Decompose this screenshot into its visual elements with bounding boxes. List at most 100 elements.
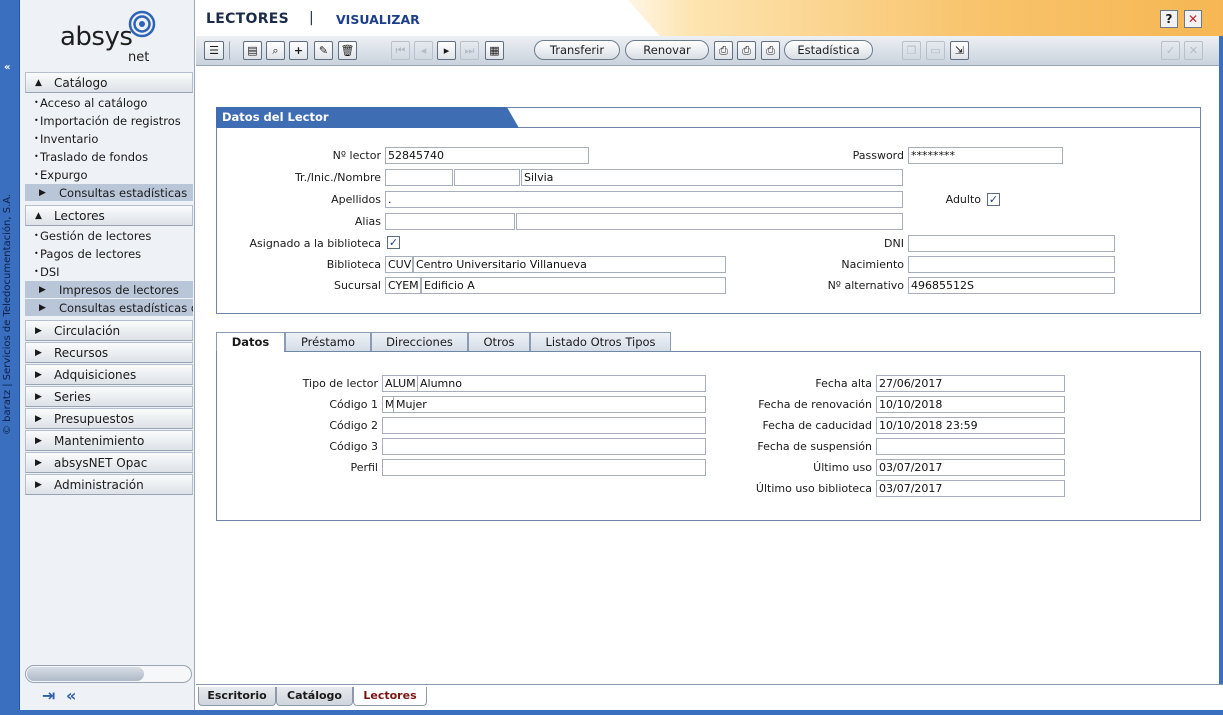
menu-item-traslado-fondos[interactable]: Traslado de fondos (25, 148, 193, 166)
tipo-lector-code-field[interactable]: ALUM (382, 375, 418, 392)
collapsed-triangle-icon: ▶ (35, 414, 42, 424)
nombre-field[interactable]: Silvia (521, 169, 903, 186)
adulto-checkbox[interactable]: ✓ (987, 193, 1000, 206)
password-field[interactable]: ******** (908, 147, 1063, 164)
last-record-icon[interactable]: ⏭ (460, 41, 479, 60)
menu-item-dsi[interactable]: DSI (25, 263, 193, 281)
print-preview-icon[interactable]: ▤ (243, 41, 262, 60)
tab-otros[interactable]: Otros (468, 332, 530, 352)
print-icon[interactable]: ⎙ (714, 41, 733, 60)
asignado-biblioteca-checkbox[interactable]: ✓ (387, 236, 400, 249)
menu-section-label: Catálogo (54, 76, 108, 90)
codigo3-field[interactable] (382, 438, 706, 455)
menu-section-label: Series (54, 390, 91, 404)
menu-section-lectores[interactable]: ▲ Lectores (25, 205, 193, 226)
tab-listado-otros-tipos[interactable]: Listado Otros Tipos (530, 332, 671, 352)
menu-section-circulacion[interactable]: ▶ Circulación (25, 320, 193, 341)
menu-sub-consultas-estadisticas[interactable]: ▶ Consultas estadísticas (25, 184, 193, 202)
print-list-icon[interactable]: ⎙ (737, 41, 756, 60)
folder-icon[interactable]: ▭ (926, 41, 945, 60)
menu-item-importacion-registros[interactable]: Importación de registros (25, 112, 193, 130)
home-icon[interactable]: ⇥ (42, 686, 55, 705)
tratamiento-field[interactable] (385, 169, 453, 186)
sidebar-scrollbar[interactable] (25, 665, 192, 683)
fecha-suspension-field[interactable] (876, 438, 1065, 455)
expanded-triangle-icon: ▲ (35, 211, 42, 221)
cancel-icon[interactable]: ✕ (1184, 41, 1203, 60)
page-header: LECTORES | VISUALIZAR ? ✕ (196, 0, 1223, 36)
collapse-panel-icon[interactable]: « (4, 62, 10, 73)
apellidos-field[interactable]: . (385, 191, 903, 208)
alias-extra-field[interactable] (516, 213, 903, 230)
ultimo-uso-field[interactable]: 03/07/2017 (876, 459, 1065, 476)
menu-section-mantenimiento[interactable]: ▶ Mantenimiento (25, 430, 193, 451)
tab-datos[interactable]: Datos (216, 332, 285, 353)
fecha-caducidad-field[interactable]: 10/10/2018 23:59 (876, 417, 1065, 434)
menu-item-expurgo[interactable]: Expurgo (25, 166, 193, 184)
close-button[interactable]: ✕ (1184, 10, 1202, 28)
previous-record-icon[interactable]: ◂ (414, 41, 433, 60)
tab-direcciones[interactable]: Direcciones (371, 332, 468, 352)
menu-item-inventario[interactable]: Inventario (25, 130, 193, 148)
edit-icon[interactable]: ✎ (314, 41, 333, 60)
menu-section-series[interactable]: ▶ Series (25, 386, 193, 407)
sucursal-code-field[interactable]: CYEM (385, 277, 421, 294)
search-icon[interactable]: ⌕ (266, 41, 285, 60)
copy-icon[interactable]: ❐ (902, 41, 921, 60)
renovar-button[interactable]: Renovar (625, 40, 709, 60)
menu-item-acceso-catalogo[interactable]: Acceso al catálogo (25, 94, 193, 112)
transferir-button[interactable]: Transferir (534, 40, 620, 60)
export-icon[interactable]: ⇲ (950, 41, 969, 60)
menu-item-pagos-lectores[interactable]: Pagos de lectores (25, 245, 193, 263)
menu-sub-impresos-lectores[interactable]: ▶ Impresos de lectores (25, 281, 193, 299)
codigo1-name-field[interactable]: Mujer (393, 396, 706, 413)
fecha-renovacion-field[interactable]: 10/10/2018 (876, 396, 1065, 413)
tab-prestamo[interactable]: Préstamo (285, 332, 371, 352)
iniciales-field[interactable] (454, 169, 520, 186)
collapsed-triangle-icon: ▶ (39, 188, 46, 198)
menu-section-recursos[interactable]: ▶ Recursos (25, 342, 193, 363)
alias-field[interactable] (385, 213, 515, 230)
tipo-lector-name-field[interactable]: Alumno (417, 375, 706, 392)
biblioteca-name-field[interactable]: Centro Universitario Villanueva (413, 256, 726, 273)
window-tab-escritorio[interactable]: Escritorio (198, 687, 276, 706)
delete-icon[interactable]: 🗑 (338, 41, 357, 60)
print-card-icon[interactable]: ⎙ (761, 41, 780, 60)
list-view-icon[interactable]: ▦ (485, 41, 504, 60)
scrollbar-thumb[interactable] (27, 667, 144, 681)
num-lector-field[interactable]: 52845740 (385, 147, 589, 164)
menu-item-gestion-lectores[interactable]: Gestión de lectores (25, 227, 193, 245)
header-decoration (628, 0, 1223, 36)
view-menu-icon[interactable]: ☰ (204, 41, 224, 60)
menu-section-administracion[interactable]: ▶ Administración (25, 474, 193, 495)
bottom-border (0, 710, 1223, 715)
estadistica-button[interactable]: Estadística (784, 40, 873, 60)
num-alternativo-field[interactable]: 49685512S (908, 277, 1115, 294)
adulto-label: Adulto (945, 193, 981, 206)
menu-section-presupuestos[interactable]: ▶ Presupuestos (25, 408, 193, 429)
next-record-icon[interactable]: ▸ (437, 41, 456, 60)
logo-sub: net (128, 50, 150, 65)
dni-field[interactable] (908, 235, 1115, 252)
menu-section-adquisiciones[interactable]: ▶ Adquisiciones (25, 364, 193, 385)
biblioteca-code-field[interactable]: CUV (385, 256, 413, 273)
tratamiento-label: Tr./Inic./Nombre (294, 171, 381, 184)
window-tab-lectores[interactable]: Lectores (353, 687, 427, 706)
ultimo-uso-biblioteca-field[interactable]: 03/07/2017 (876, 480, 1065, 497)
help-button[interactable]: ? (1160, 10, 1178, 28)
window-tab-catalogo[interactable]: Catálogo (276, 687, 353, 706)
collapsed-triangle-icon: ▶ (35, 480, 42, 490)
menu-section-catalogo[interactable]: ▲ Catálogo (25, 72, 193, 93)
menu-sub-consultas-estadisticas-lectores[interactable]: ▶ Consultas estadísticas de (25, 299, 193, 317)
sucursal-name-field[interactable]: Edificio A (421, 277, 726, 294)
first-record-icon[interactable]: ⏮ (391, 41, 410, 60)
collapse-sidebar-icon[interactable]: « (66, 686, 76, 705)
menu-section-absysnet-opac[interactable]: ▶ absysNET Opac (25, 452, 193, 473)
fecha-alta-field[interactable]: 27/06/2017 (876, 375, 1065, 392)
perfil-field[interactable] (382, 459, 706, 476)
codigo2-field[interactable] (382, 417, 706, 434)
nacimiento-field[interactable] (908, 256, 1115, 273)
accept-icon[interactable]: ✓ (1161, 41, 1180, 60)
add-icon[interactable]: + (289, 41, 308, 60)
perfil-label: Perfil (350, 461, 378, 474)
